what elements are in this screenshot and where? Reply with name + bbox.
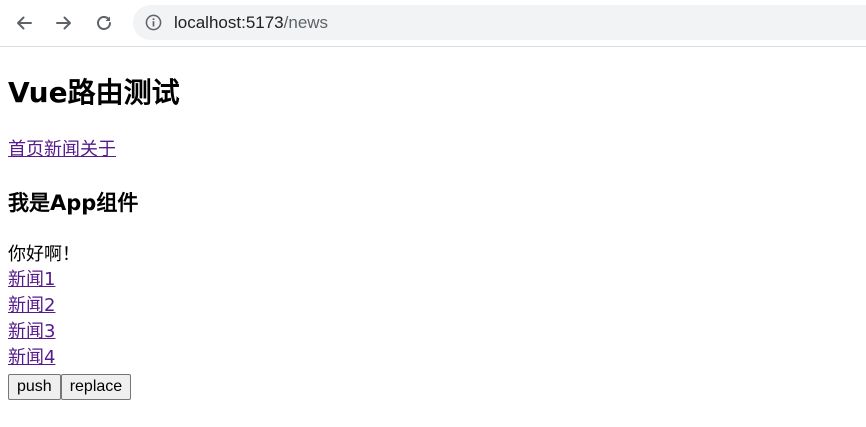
button-row: push replace — [8, 374, 132, 400]
news-link-2[interactable]: 新闻2 — [8, 295, 55, 316]
list-item: 新闻4 — [8, 346, 55, 372]
router-nav: 首页新闻关于 — [8, 138, 116, 162]
news-link-1[interactable]: 新闻1 — [8, 269, 55, 290]
nav-link-about[interactable]: 关于 — [80, 139, 116, 160]
greeting-text: 你好啊！ — [8, 244, 80, 265]
list-item: 新闻3 — [8, 320, 55, 346]
page-title: Vue路由测试 — [8, 76, 180, 109]
news-list: 新闻1 新闻2 新闻3 新闻4 — [8, 268, 55, 372]
info-circle-icon[interactable] — [145, 14, 162, 31]
browser-window: localhost:5173/news Vue路由测试 首页新闻关于 我是App… — [0, 0, 866, 427]
reload-button[interactable] — [89, 8, 119, 38]
arrow-left-icon — [17, 16, 32, 30]
list-item: 新闻2 — [8, 294, 55, 320]
url-host: localhost:5173 — [174, 13, 284, 32]
browser-toolbar: localhost:5173/news — [0, 0, 866, 47]
url-path: /news — [283, 13, 329, 32]
nav-link-news[interactable]: 新闻 — [44, 139, 80, 160]
news-link-3[interactable]: 新闻3 — [8, 321, 55, 342]
list-item: 新闻1 — [8, 268, 55, 294]
forward-button[interactable] — [49, 8, 79, 38]
page-content: Vue路由测试 首页新闻关于 我是App组件 你好啊！ 新闻1 新闻2 新闻3 … — [0, 47, 866, 427]
address-bar[interactable]: localhost:5173/news — [133, 5, 866, 40]
reload-icon — [97, 16, 111, 30]
arrow-right-icon — [56, 16, 71, 30]
component-heading: 我是App组件 — [8, 191, 139, 215]
nav-link-home[interactable]: 首页 — [8, 139, 44, 160]
replace-button[interactable]: replace — [60, 374, 132, 400]
push-button[interactable]: push — [8, 374, 61, 400]
back-button[interactable] — [9, 8, 39, 38]
url-text[interactable]: localhost:5173/news — [174, 13, 328, 33]
news-link-4[interactable]: 新闻4 — [8, 347, 55, 368]
